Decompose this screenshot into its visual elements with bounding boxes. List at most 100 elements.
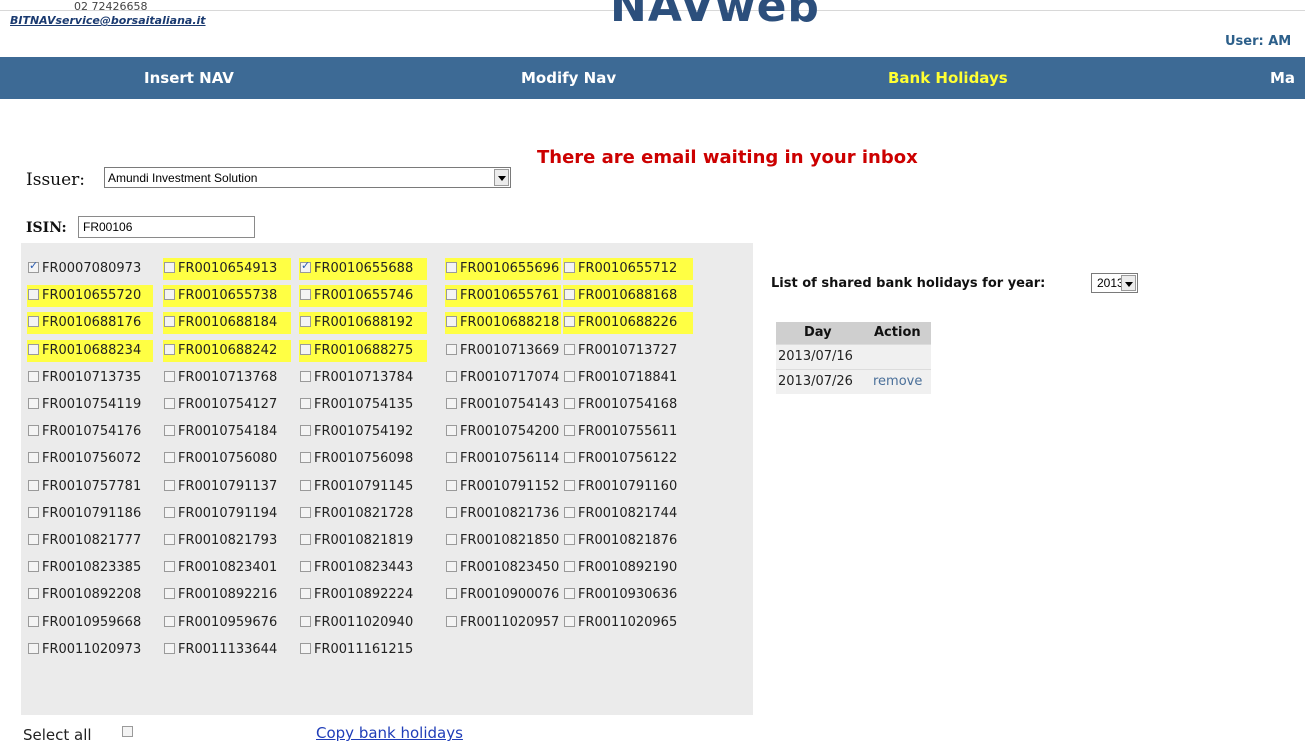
isin-checkbox[interactable] (564, 506, 575, 518)
isin-item[interactable]: FR0010713784 (299, 367, 427, 389)
isin-item[interactable]: FR0010791152 (445, 476, 561, 498)
isin-checkbox[interactable] (300, 397, 311, 409)
isin-checkbox[interactable] (164, 261, 175, 273)
isin-item[interactable]: FR0010655738 (163, 285, 291, 307)
isin-checkbox[interactable] (164, 451, 175, 463)
isin-item[interactable]: FR0010755611 (563, 421, 693, 443)
isin-checkbox[interactable] (446, 343, 457, 355)
isin-checkbox[interactable] (28, 259, 39, 273)
isin-item[interactable]: FR0010655761 (445, 285, 561, 307)
isin-checkbox[interactable] (446, 587, 457, 599)
isin-checkbox[interactable] (564, 343, 575, 355)
select-all-checkbox[interactable] (122, 726, 133, 737)
isin-checkbox[interactable] (300, 642, 311, 654)
isin-checkbox[interactable] (28, 370, 39, 382)
isin-item[interactable]: FR0010823385 (27, 557, 153, 579)
isin-item[interactable]: FR0010754192 (299, 421, 427, 443)
isin-checkbox[interactable] (446, 261, 457, 273)
isin-item[interactable]: FR0007080973 (27, 258, 153, 280)
isin-checkbox[interactable] (164, 315, 175, 327)
isin-item[interactable]: FR0010892216 (163, 584, 291, 606)
isin-checkbox[interactable] (28, 615, 39, 627)
isin-checkbox[interactable] (564, 288, 575, 300)
isin-item[interactable]: FR0010754168 (563, 394, 693, 416)
isin-item[interactable]: FR0010756080 (163, 448, 291, 470)
isin-item[interactable]: FR0010821744 (563, 503, 693, 525)
isin-item[interactable]: FR0010821793 (163, 530, 291, 552)
isin-item[interactable]: FR0011161215 (299, 639, 427, 661)
isin-item[interactable]: FR0010892224 (299, 584, 427, 606)
isin-checkbox[interactable] (446, 288, 457, 300)
isin-item[interactable]: FR0010688184 (163, 312, 291, 334)
isin-checkbox[interactable] (28, 288, 39, 300)
isin-checkbox[interactable] (164, 506, 175, 518)
isin-checkbox[interactable] (446, 506, 457, 518)
isin-item[interactable]: FR0011133644 (163, 639, 291, 661)
isin-checkbox[interactable] (300, 533, 311, 545)
isin-checkbox[interactable] (446, 560, 457, 572)
chevron-down-icon[interactable] (494, 169, 509, 186)
isin-item[interactable]: FR0010930636 (563, 584, 693, 606)
isin-item[interactable]: FR0010717074 (445, 367, 561, 389)
isin-item[interactable]: FR0010688242 (163, 340, 291, 362)
isin-item[interactable]: FR0010791160 (563, 476, 693, 498)
isin-checkbox[interactable] (300, 288, 311, 300)
nav-insert-nav[interactable]: Insert NAV (144, 57, 234, 99)
isin-item[interactable]: FR0010655746 (299, 285, 427, 307)
isin-item[interactable]: FR0010654913 (163, 258, 291, 280)
isin-checkbox[interactable] (446, 397, 457, 409)
isin-checkbox[interactable] (300, 343, 311, 355)
isin-item[interactable]: FR0010655712 (563, 258, 693, 280)
isin-checkbox[interactable] (28, 424, 39, 436)
isin-checkbox[interactable] (446, 479, 457, 491)
isin-checkbox[interactable] (164, 288, 175, 300)
isin-checkbox[interactable] (564, 370, 575, 382)
isin-checkbox[interactable] (28, 506, 39, 518)
nav-more[interactable]: Ma (1270, 57, 1295, 99)
isin-checkbox[interactable] (300, 587, 311, 599)
isin-checkbox[interactable] (164, 479, 175, 491)
isin-checkbox[interactable] (300, 315, 311, 327)
isin-checkbox[interactable] (564, 560, 575, 572)
isin-filter-input[interactable] (78, 216, 255, 238)
isin-item[interactable]: FR0010821736 (445, 503, 561, 525)
isin-item[interactable]: FR0010655688 (299, 258, 427, 280)
isin-checkbox[interactable] (28, 642, 39, 654)
isin-item[interactable]: FR0010655720 (27, 285, 153, 307)
isin-item[interactable]: FR0010754127 (163, 394, 291, 416)
isin-item[interactable]: FR0010688192 (299, 312, 427, 334)
isin-checkbox[interactable] (164, 397, 175, 409)
isin-checkbox[interactable] (564, 533, 575, 545)
isin-checkbox[interactable] (164, 370, 175, 382)
isin-item[interactable]: FR0011020940 (299, 612, 427, 634)
isin-checkbox[interactable] (446, 533, 457, 545)
isin-item[interactable]: FR0010821777 (27, 530, 153, 552)
isin-checkbox[interactable] (28, 451, 39, 463)
isin-item[interactable]: FR0010756122 (563, 448, 693, 470)
isin-item[interactable]: FR0011020973 (27, 639, 153, 661)
isin-checkbox[interactable] (164, 642, 175, 654)
isin-checkbox[interactable] (164, 587, 175, 599)
isin-item[interactable]: FR0010756098 (299, 448, 427, 470)
isin-item[interactable]: FR0010823401 (163, 557, 291, 579)
nav-modify-nav[interactable]: Modify Nav (521, 57, 616, 99)
isin-checkbox[interactable] (164, 424, 175, 436)
isin-checkbox[interactable] (564, 261, 575, 273)
isin-checkbox[interactable] (300, 370, 311, 382)
isin-checkbox[interactable] (564, 615, 575, 627)
isin-item[interactable]: FR0010688234 (27, 340, 153, 362)
isin-item[interactable]: FR0010754184 (163, 421, 291, 443)
isin-checkbox[interactable] (564, 451, 575, 463)
isin-checkbox[interactable] (164, 343, 175, 355)
service-email-link[interactable]: BITNAVservice@borsaitaliana.it (10, 14, 206, 27)
isin-checkbox[interactable] (300, 560, 311, 572)
isin-checkbox[interactable] (446, 451, 457, 463)
isin-checkbox[interactable] (300, 259, 311, 273)
remove-link[interactable]: remove (873, 374, 922, 389)
isin-item[interactable]: FR0010754143 (445, 394, 561, 416)
isin-checkbox[interactable] (446, 315, 457, 327)
isin-item[interactable]: FR0010821728 (299, 503, 427, 525)
isin-checkbox[interactable] (300, 615, 311, 627)
isin-item[interactable]: FR0010823443 (299, 557, 427, 579)
isin-item[interactable]: FR0010823450 (445, 557, 561, 579)
